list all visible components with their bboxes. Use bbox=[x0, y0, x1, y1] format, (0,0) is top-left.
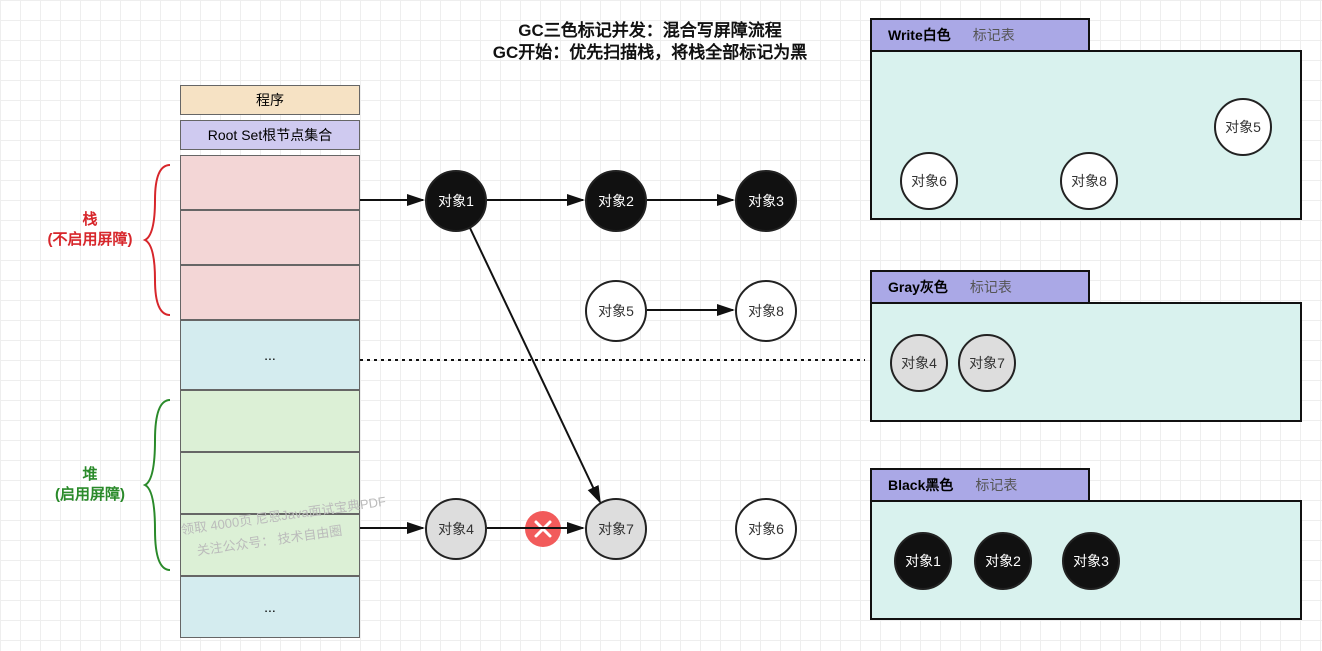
node-obj7: 对象7 bbox=[585, 498, 647, 560]
stack-brace-icon bbox=[140, 160, 180, 320]
heap-brace-icon bbox=[140, 395, 180, 575]
white-item-2: 对象8 bbox=[1060, 152, 1118, 210]
rootset-header: Root Set根节点集合 bbox=[180, 120, 360, 150]
gray-item-2: 对象7 bbox=[958, 334, 1016, 392]
heap-label-line2: (启用屏障) bbox=[55, 486, 125, 503]
node-obj1: 对象1 bbox=[425, 170, 487, 232]
white-item-1: 对象6 bbox=[900, 152, 958, 210]
node-obj5: 对象5 bbox=[585, 280, 647, 342]
stack-cell-3 bbox=[180, 265, 360, 320]
node-obj4: 对象4 bbox=[425, 498, 487, 560]
white-table-subtitle: 标记表 bbox=[973, 25, 1015, 45]
node-obj3: 对象3 bbox=[735, 170, 797, 232]
gap-cell: ... bbox=[180, 320, 360, 390]
gray-item-1: 对象4 bbox=[890, 334, 948, 392]
black-item-1: 对象1 bbox=[894, 532, 952, 590]
gray-table-subtitle: 标记表 bbox=[970, 277, 1012, 297]
diagram-title-line2: GC开始：优先扫描栈，将栈全部标记为黑 bbox=[430, 38, 870, 63]
black-table-subtitle: 标记表 bbox=[975, 475, 1017, 495]
heap-cell-1 bbox=[180, 390, 360, 452]
gray-table-title: Gray灰色 bbox=[888, 277, 948, 297]
black-table-title: Black黑色 bbox=[888, 475, 953, 495]
node-obj6: 对象6 bbox=[735, 498, 797, 560]
white-item-3: 对象5 bbox=[1214, 98, 1272, 156]
white-table-title: Write白色 bbox=[888, 25, 951, 45]
gray-table-box: 对象4 对象7 bbox=[870, 302, 1302, 422]
black-item-2: 对象2 bbox=[974, 532, 1032, 590]
white-table-header: Write白色 标记表 bbox=[870, 18, 1090, 52]
cross-icon bbox=[525, 511, 561, 547]
stack-cell-2 bbox=[180, 210, 360, 265]
black-table-header: Black黑色 标记表 bbox=[870, 468, 1090, 502]
white-table-box: 对象6 对象8 对象5 bbox=[870, 50, 1302, 220]
node-obj8: 对象8 bbox=[735, 280, 797, 342]
node-obj2: 对象2 bbox=[585, 170, 647, 232]
stack-label-line1: 栈 bbox=[82, 211, 97, 228]
black-table-box: 对象1 对象2 对象3 bbox=[870, 500, 1302, 620]
program-header: 程序 bbox=[180, 85, 360, 115]
gray-table-header: Gray灰色 标记表 bbox=[870, 270, 1090, 304]
black-item-3: 对象3 bbox=[1062, 532, 1120, 590]
heap-dots-cell: ... bbox=[180, 576, 360, 638]
heap-label: 堆 (启用屏障) bbox=[30, 465, 150, 504]
stack-cell-1 bbox=[180, 155, 360, 210]
stack-label-line2: (不启用屏障) bbox=[48, 231, 133, 248]
stack-label: 栈 (不启用屏障) bbox=[30, 210, 150, 249]
heap-label-line1: 堆 bbox=[82, 466, 97, 483]
